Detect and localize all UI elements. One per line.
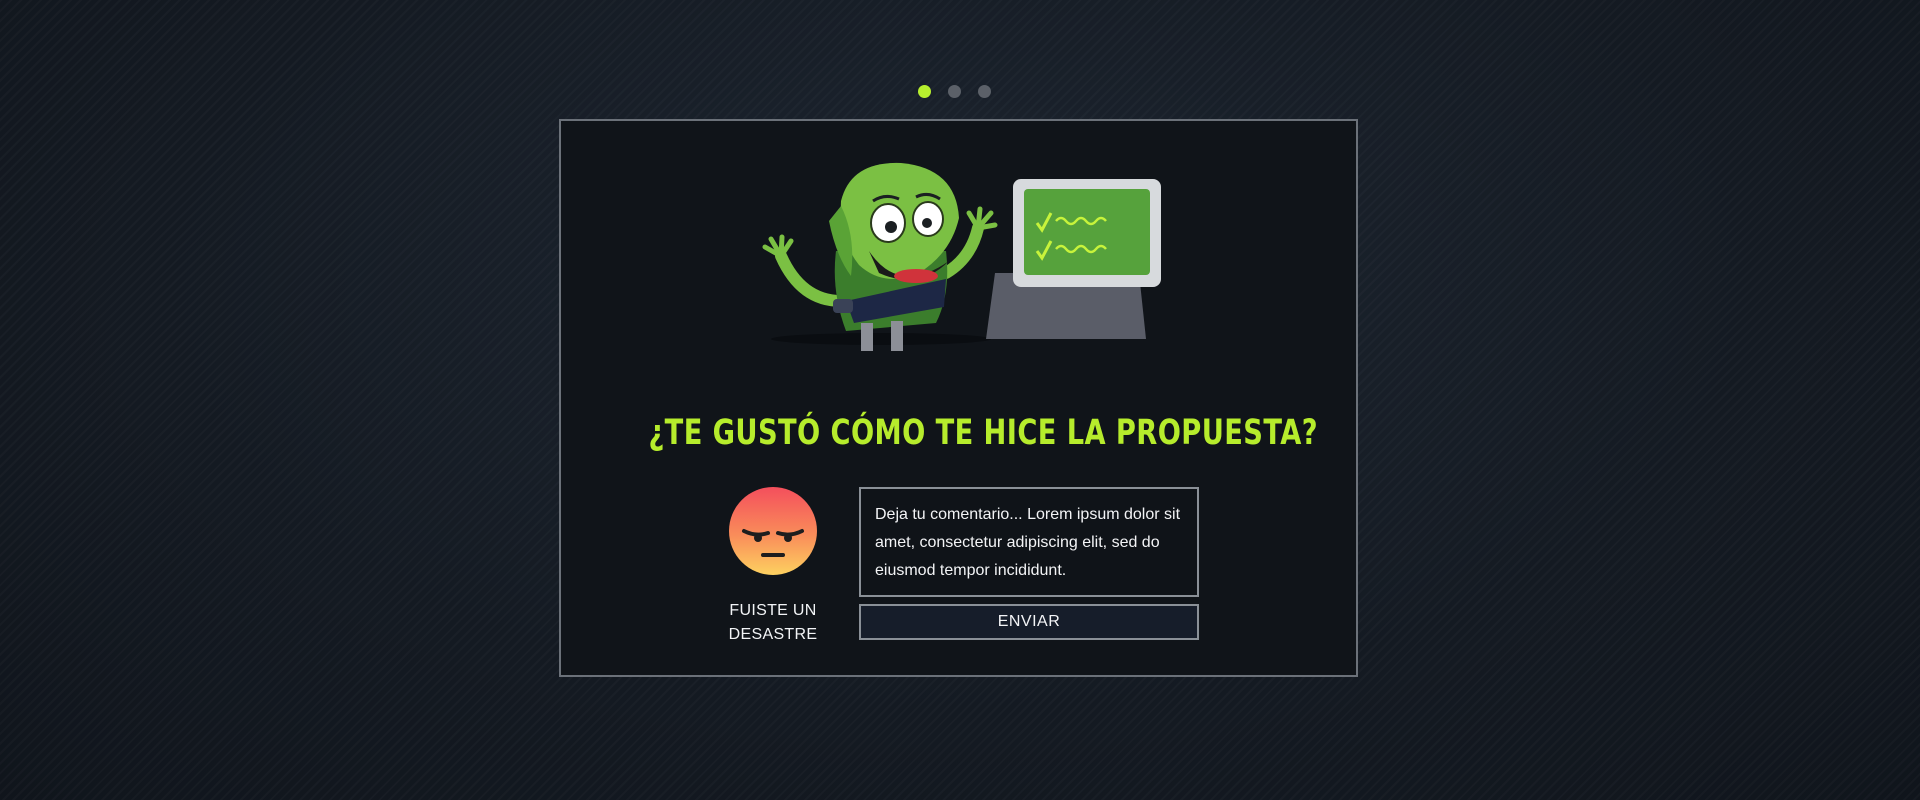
- pager-dot-2[interactable]: [948, 85, 961, 98]
- monster-computer-illustration: [762, 162, 1161, 351]
- send-button[interactable]: ENVIAR: [859, 604, 1199, 640]
- pager-dot-1[interactable]: [918, 85, 931, 98]
- rating-label: FUISTE UN DESASTRE: [728, 602, 818, 643]
- pager-dot-3[interactable]: [978, 85, 991, 98]
- comment-input[interactable]: Deja tu comentario... Lorem ipsum dolor …: [859, 487, 1199, 597]
- angry-face-icon[interactable]: [729, 487, 817, 575]
- slide-pager: [918, 85, 991, 98]
- feedback-question: ¿TE GUSTÓ CÓMO TE HICE LA PROPUESTA?: [648, 413, 1318, 453]
- feedback-card: ¿TE GUSTÓ CÓMO TE HICE LA PROPUESTA? FUI…: [559, 119, 1358, 677]
